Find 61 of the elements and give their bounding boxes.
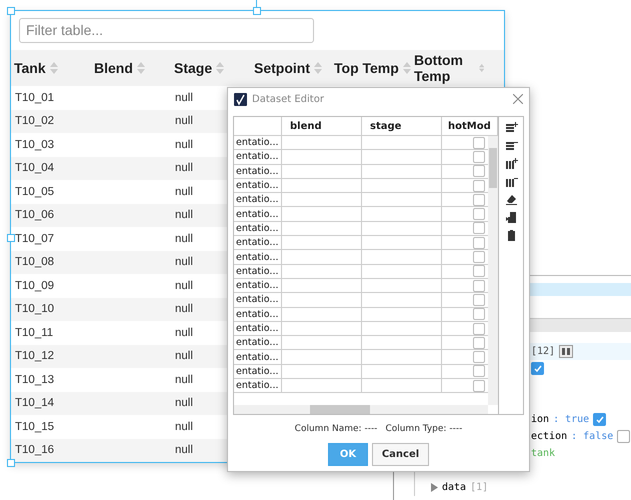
- table-cell: entatio...: [234, 308, 282, 322]
- table-cell: null: [175, 138, 193, 151]
- property-value: [1]: [470, 482, 488, 493]
- table-cell: entatio...: [234, 293, 282, 308]
- table-cell: T10_01: [15, 92, 54, 104]
- dialog-title: Dataset Editor: [252, 94, 325, 104]
- table-cell: T10_07: [15, 232, 54, 245]
- table-cell: entatio...: [234, 264, 282, 279]
- property-name: ection: [531, 431, 568, 442]
- property-value: tank: [531, 448, 556, 459]
- table-cell: T10_11: [15, 326, 54, 339]
- table-cell: null: [175, 303, 193, 316]
- table-cell: entatio...: [234, 207, 282, 222]
- table-cell: null: [175, 186, 193, 198]
- table-cell: T10_04: [15, 162, 54, 174]
- table-cell: T10_10: [15, 303, 54, 316]
- table-cell: entatio...: [234, 136, 282, 150]
- table-cell: null: [175, 209, 193, 222]
- table-cell: T10_14: [15, 397, 54, 410]
- table-cell: T10_05: [15, 186, 54, 198]
- table-cell: entatio...: [234, 336, 282, 350]
- table-cell: entatio...: [234, 250, 282, 265]
- table-cell: entatio...: [234, 178, 282, 194]
- property-value: : true: [553, 414, 590, 425]
- table-cell: T10_16: [15, 444, 54, 456]
- table-cell: T10_06: [15, 209, 54, 222]
- table-cell: entatio...: [234, 350, 282, 365]
- table-cell: entatio...: [234, 322, 282, 336]
- table-cell: null: [175, 162, 193, 174]
- property-name: ion: [531, 414, 550, 425]
- property-value: : false: [571, 431, 614, 442]
- table-cell: null: [175, 350, 193, 362]
- property-name: data: [442, 482, 466, 493]
- table-cell: null: [175, 232, 193, 245]
- table-cell: entatio...: [234, 379, 282, 394]
- table-cell: T10_02: [15, 115, 54, 128]
- table-cell: null: [175, 280, 193, 292]
- table-cell: T10_08: [15, 256, 54, 268]
- table-cell: T10_13: [15, 374, 54, 386]
- table-cell: T10_09: [15, 280, 54, 292]
- table-cell: null: [175, 326, 193, 339]
- column-name-label: Column Name: ----: [294, 424, 378, 434]
- property-value: [12]: [531, 346, 556, 357]
- column-type-label: Column Type: ----: [385, 424, 462, 434]
- table-cell: entatio...: [234, 236, 282, 250]
- table-cell: entatio...: [234, 278, 282, 294]
- table-cell: T10_03: [15, 138, 54, 151]
- table-cell: entatio...: [234, 364, 282, 380]
- table-cell: T10_12: [15, 350, 54, 362]
- table-cell: null: [175, 115, 193, 128]
- table-cell: entatio...: [234, 193, 282, 208]
- table-cell: entatio...: [234, 222, 282, 236]
- table-cell: null: [175, 420, 193, 433]
- table-cell: null: [175, 397, 193, 410]
- table-cell: null: [175, 444, 193, 456]
- table-cell: null: [175, 256, 193, 268]
- table-cell: null: [175, 92, 193, 104]
- table-cell: null: [175, 374, 193, 386]
- table-cell: entatio...: [234, 150, 282, 165]
- table-cell: T10_15: [15, 420, 54, 433]
- table-cell: entatio...: [234, 164, 282, 179]
